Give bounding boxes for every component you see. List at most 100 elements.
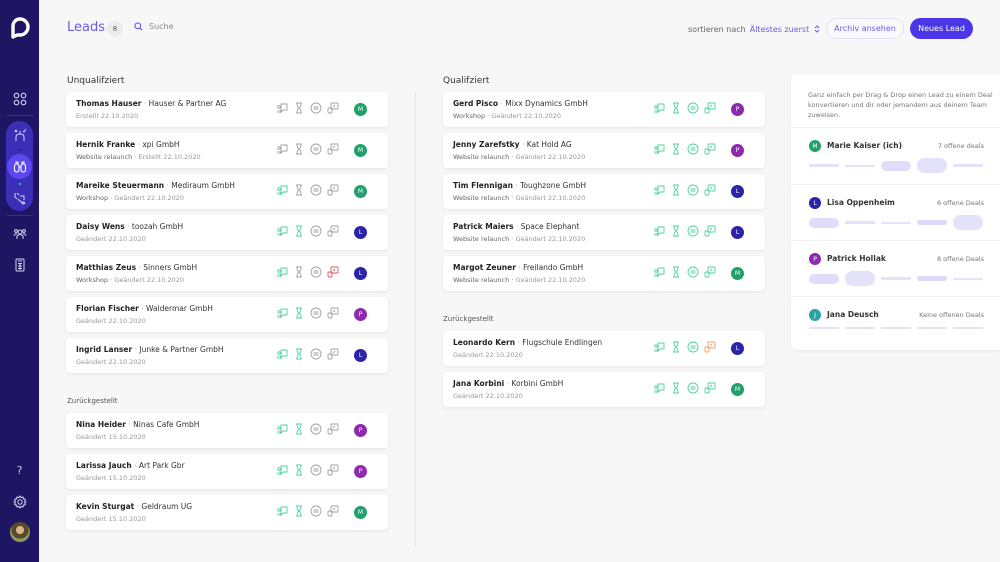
lead-card[interactable]: Kevin Sturgat · Geldraum UG Geändert 15.… <box>66 495 388 530</box>
assignee-avatar[interactable]: M <box>731 267 744 280</box>
hourglass-icon[interactable] <box>670 341 682 353</box>
lead-card[interactable]: Florian Fischer · Waldermar GmbH Geänder… <box>66 297 388 332</box>
team-member-dropzone[interactable]: L Lisa Oppenheim 6 offene Deals <box>791 184 1000 240</box>
decision-icon[interactable] <box>704 225 716 237</box>
budget-icon[interactable] <box>310 348 322 360</box>
assignee-avatar[interactable]: M <box>354 185 367 198</box>
decision-icon[interactable] <box>327 505 339 517</box>
lead-card[interactable]: Mareike Steuermann · Mediraum GmbH Works… <box>66 174 388 209</box>
budget-icon[interactable] <box>310 143 322 155</box>
assignee-avatar[interactable]: P <box>354 424 367 437</box>
assignee-avatar[interactable]: L <box>731 342 744 355</box>
app-logo[interactable] <box>9 17 31 39</box>
assignee-avatar[interactable]: P <box>731 103 744 116</box>
team-member-dropzone[interactable]: P Patrick Hollak 8 offene Deals <box>791 240 1000 296</box>
sidebar-item-deals[interactable] <box>9 187 30 208</box>
user-avatar[interactable] <box>10 522 30 542</box>
feedback-icon[interactable] <box>276 505 288 517</box>
hourglass-icon[interactable] <box>670 382 682 394</box>
assignee-avatar[interactable]: M <box>354 103 367 116</box>
budget-icon[interactable] <box>310 464 322 476</box>
hourglass-icon[interactable] <box>293 505 305 517</box>
budget-icon[interactable] <box>687 382 699 394</box>
decision-icon[interactable] <box>704 143 716 155</box>
budget-icon[interactable] <box>687 266 699 278</box>
lead-card[interactable]: Thomas Hauser · Hauser & Partner AG Erst… <box>66 92 388 127</box>
assignee-avatar[interactable]: L <box>354 226 367 239</box>
assignee-avatar[interactable]: L <box>731 185 744 198</box>
hourglass-icon[interactable] <box>670 102 682 114</box>
budget-icon[interactable] <box>687 184 699 196</box>
assignee-avatar[interactable]: L <box>354 349 367 362</box>
decision-icon[interactable] <box>327 184 339 196</box>
search-box[interactable]: Suche <box>134 22 174 31</box>
sidebar-item-settings[interactable] <box>9 491 30 512</box>
assignee-avatar[interactable]: L <box>731 226 744 239</box>
decision-icon[interactable] <box>327 423 339 435</box>
decision-icon[interactable] <box>704 382 716 394</box>
sidebar-item-team[interactable] <box>9 223 30 244</box>
feedback-icon[interactable] <box>276 348 288 360</box>
decision-icon[interactable] <box>327 464 339 476</box>
decision-icon[interactable] <box>327 225 339 237</box>
hourglass-icon[interactable] <box>670 225 682 237</box>
hourglass-icon[interactable] <box>293 464 305 476</box>
budget-icon[interactable] <box>310 423 322 435</box>
lead-card[interactable]: Patrick Maiers · Space Elephant Website … <box>443 215 765 250</box>
team-member-dropzone[interactable]: M Marie Kaiser (ich) 7 offene deals <box>791 127 1000 183</box>
team-member-dropzone[interactable]: J Jana Deusch Keine offenen Deals <box>791 296 1000 352</box>
decision-icon[interactable] <box>327 307 339 319</box>
lead-card[interactable]: Hernik Franke · xpi GmbH Website relaunc… <box>66 133 388 168</box>
sidebar-item-reports[interactable] <box>9 254 30 275</box>
feedback-icon[interactable] <box>653 341 665 353</box>
budget-icon[interactable] <box>687 102 699 114</box>
hourglass-icon[interactable] <box>670 184 682 196</box>
hourglass-icon[interactable] <box>293 423 305 435</box>
sidebar-item-help[interactable]: ? <box>9 460 30 481</box>
hourglass-icon[interactable] <box>670 266 682 278</box>
sidebar-item-dashboard[interactable] <box>9 88 30 109</box>
sidebar-item-leads[interactable] <box>9 156 30 177</box>
assignee-avatar[interactable]: P <box>354 308 367 321</box>
feedback-icon[interactable] <box>276 102 288 114</box>
assignee-avatar[interactable]: M <box>354 144 367 157</box>
decision-icon[interactable] <box>327 143 339 155</box>
budget-icon[interactable] <box>310 505 322 517</box>
feedback-icon[interactable] <box>276 184 288 196</box>
decision-icon[interactable] <box>327 348 339 360</box>
sort-control[interactable]: sortieren nach Ältestes zuerst <box>688 24 821 34</box>
archive-button[interactable]: Archiv ansehen <box>826 18 904 39</box>
budget-icon[interactable] <box>310 225 322 237</box>
assignee-avatar[interactable]: M <box>731 383 744 396</box>
feedback-icon[interactable] <box>276 225 288 237</box>
lead-card[interactable]: Matthias Zeus · Sinners GmbH Workshop · … <box>66 256 388 291</box>
assignee-avatar[interactable]: P <box>731 144 744 157</box>
lead-card[interactable]: Daisy Wens · toozah GmbH Geändert 22.10.… <box>66 215 388 250</box>
lead-card[interactable]: Margot Zeuner · Freilando GmbH Website r… <box>443 256 765 291</box>
lead-card[interactable]: Gerd Pisco · Mixx Dynamics GmbH Workshop… <box>443 92 765 127</box>
hourglass-icon[interactable] <box>293 348 305 360</box>
feedback-icon[interactable] <box>653 102 665 114</box>
hourglass-icon[interactable] <box>293 225 305 237</box>
decision-icon[interactable] <box>704 102 716 114</box>
assignee-avatar[interactable]: L <box>354 267 367 280</box>
decision-icon[interactable] <box>704 184 716 196</box>
feedback-icon[interactable] <box>653 266 665 278</box>
budget-icon[interactable] <box>687 225 699 237</box>
feedback-icon[interactable] <box>653 143 665 155</box>
budget-icon[interactable] <box>310 102 322 114</box>
feedback-icon[interactable] <box>276 423 288 435</box>
hourglass-icon[interactable] <box>670 143 682 155</box>
hourglass-icon[interactable] <box>293 266 305 278</box>
lead-card[interactable]: Jana Korbini · Korbini GmbH Geändert 22.… <box>443 372 765 407</box>
hourglass-icon[interactable] <box>293 102 305 114</box>
feedback-icon[interactable] <box>276 266 288 278</box>
decision-icon[interactable] <box>704 341 716 353</box>
feedback-icon[interactable] <box>276 143 288 155</box>
new-lead-button[interactable]: Neues Lead <box>910 18 973 39</box>
feedback-icon[interactable] <box>653 184 665 196</box>
sort-value[interactable]: Ältestes zuerst <box>750 25 809 34</box>
hourglass-icon[interactable] <box>293 307 305 319</box>
hourglass-icon[interactable] <box>293 143 305 155</box>
feedback-icon[interactable] <box>276 307 288 319</box>
